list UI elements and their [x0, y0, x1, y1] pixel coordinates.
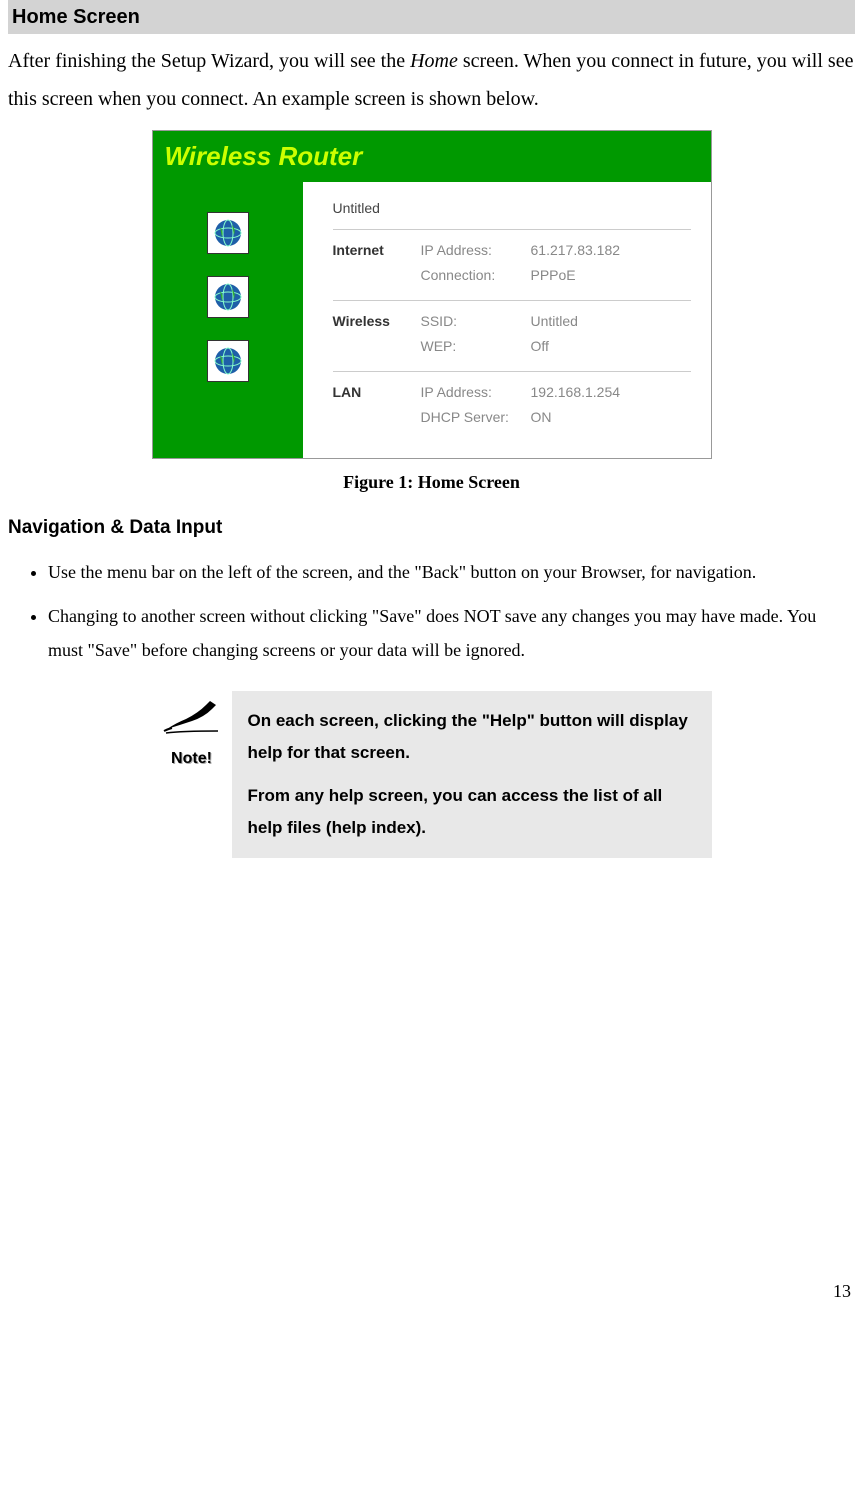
router-screenshot: Wireless Router Untitled Internet	[152, 130, 712, 459]
subsection-header: Navigation & Data Input	[8, 514, 855, 543]
field-val: PPPoE	[531, 265, 691, 286]
page-number: 13	[8, 1278, 855, 1305]
field-key: IP Address:	[421, 240, 531, 261]
intro-paragraph: After finishing the Setup Wizard, you wi…	[8, 42, 855, 118]
note-icon-column: Note!	[152, 691, 232, 771]
router-field: WEP: Off	[421, 336, 691, 357]
router-row-label: Wireless	[333, 311, 413, 361]
section-header: Home Screen	[8, 0, 855, 34]
bullet-list: Use the menu bar on the left of the scre…	[8, 555, 855, 668]
router-field: DHCP Server: ON	[421, 407, 691, 428]
router-row-fields: IP Address: 192.168.1.254 DHCP Server: O…	[421, 382, 691, 432]
globe-icon	[207, 340, 249, 382]
router-field: IP Address: 192.168.1.254	[421, 382, 691, 403]
field-key: WEP:	[421, 336, 531, 357]
router-body: Untitled Internet IP Address: 61.217.83.…	[153, 182, 711, 458]
router-top-label: Untitled	[333, 198, 691, 219]
list-item: Use the menu bar on the left of the scre…	[48, 555, 855, 589]
figure-caption: Figure 1: Home Screen	[8, 469, 855, 496]
router-row-label: Internet	[333, 240, 413, 290]
router-title: Wireless Router	[153, 131, 711, 182]
field-val: ON	[531, 407, 691, 428]
note-paragraph: From any help screen, you can access the…	[248, 780, 696, 845]
router-field: SSID: Untitled	[421, 311, 691, 332]
figure: Wireless Router Untitled Internet	[8, 130, 855, 496]
router-content: Untitled Internet IP Address: 61.217.83.…	[303, 182, 711, 458]
field-key: DHCP Server:	[421, 407, 531, 428]
note-paragraph: On each screen, clicking the "Help" butt…	[248, 705, 696, 770]
pen-icon	[162, 695, 222, 737]
note-block: Note! On each screen, clicking the "Help…	[8, 691, 855, 858]
field-val: 61.217.83.182	[531, 240, 691, 261]
router-row: LAN IP Address: 192.168.1.254 DHCP Serve…	[333, 371, 691, 442]
router-field: IP Address: 61.217.83.182	[421, 240, 691, 261]
router-sidebar	[153, 182, 303, 458]
intro-italic: Home	[410, 50, 458, 72]
list-item: Changing to another screen without click…	[48, 599, 855, 667]
field-key: IP Address:	[421, 382, 531, 403]
field-val: Off	[531, 336, 691, 357]
note-box: On each screen, clicking the "Help" butt…	[232, 691, 712, 858]
globe-icon	[207, 212, 249, 254]
router-row-label: LAN	[333, 382, 413, 432]
field-key: Connection:	[421, 265, 531, 286]
field-key: SSID:	[421, 311, 531, 332]
field-val: Untitled	[531, 311, 691, 332]
intro-text-before: After finishing the Setup Wizard, you wi…	[8, 50, 410, 72]
note-label: Note!	[152, 747, 232, 771]
globe-icon	[207, 276, 249, 318]
router-row-fields: IP Address: 61.217.83.182 Connection: PP…	[421, 240, 691, 290]
router-row: Internet IP Address: 61.217.83.182 Conne…	[333, 229, 691, 300]
field-val: 192.168.1.254	[531, 382, 691, 403]
router-field: Connection: PPPoE	[421, 265, 691, 286]
router-row-fields: SSID: Untitled WEP: Off	[421, 311, 691, 361]
router-row: Wireless SSID: Untitled WEP: Off	[333, 300, 691, 371]
